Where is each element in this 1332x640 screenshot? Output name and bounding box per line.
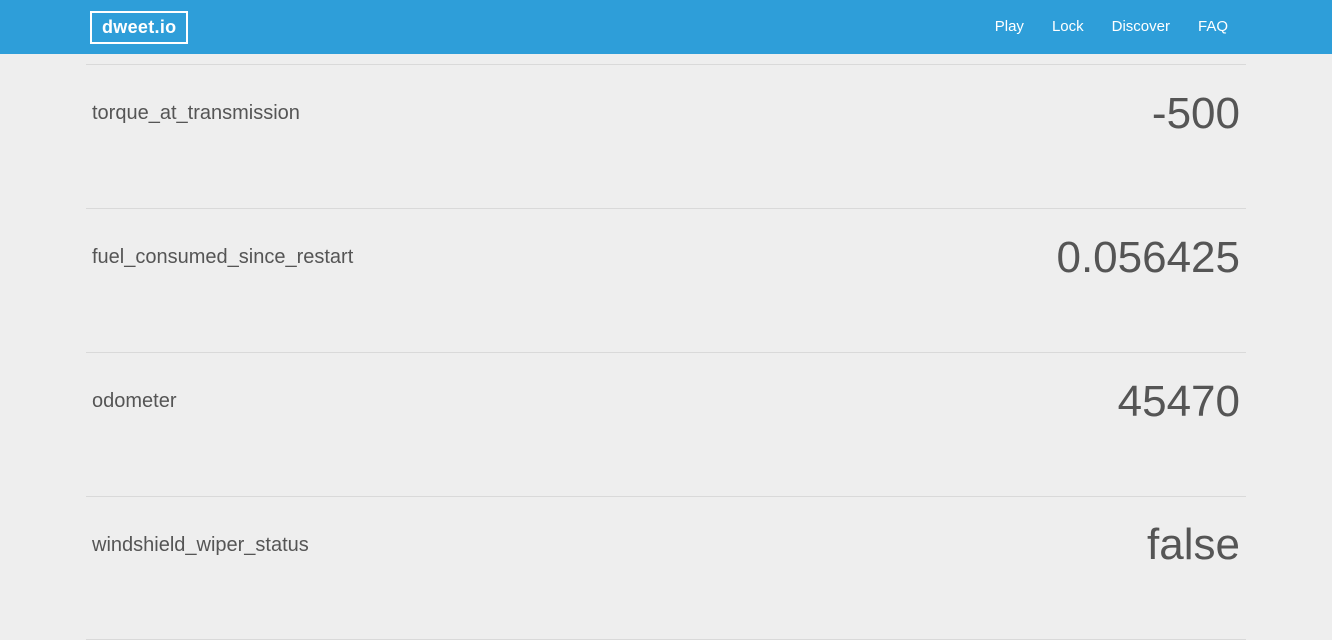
metrics-list: torque_at_transmission -500 fuel_consume… [86, 54, 1246, 640]
metric-value: -500 [1152, 89, 1240, 139]
metric-row: odometer 45470 [86, 352, 1246, 496]
metric-value: 45470 [1118, 377, 1240, 427]
metric-label: fuel_consumed_since_restart [92, 246, 353, 269]
brand-logo[interactable]: dweet.io [90, 11, 188, 44]
nav-link-faq[interactable]: FAQ [1184, 0, 1242, 54]
metric-label: torque_at_transmission [92, 102, 300, 125]
navbar: dweet.io Play Lock Discover FAQ [0, 0, 1332, 54]
nav-link-lock[interactable]: Lock [1038, 0, 1098, 54]
metric-row: windshield_wiper_status false [86, 496, 1246, 640]
metric-value: false [1147, 520, 1240, 570]
nav-link-play[interactable]: Play [981, 0, 1038, 54]
metric-label: odometer [92, 390, 177, 413]
metric-label: windshield_wiper_status [92, 534, 309, 557]
metric-row: fuel_consumed_since_restart 0.056425 [86, 208, 1246, 352]
metric-value: 0.056425 [1056, 233, 1240, 283]
metric-row: torque_at_transmission -500 [86, 64, 1246, 208]
nav-link-discover[interactable]: Discover [1098, 0, 1184, 54]
nav-links: Play Lock Discover FAQ [981, 0, 1242, 54]
